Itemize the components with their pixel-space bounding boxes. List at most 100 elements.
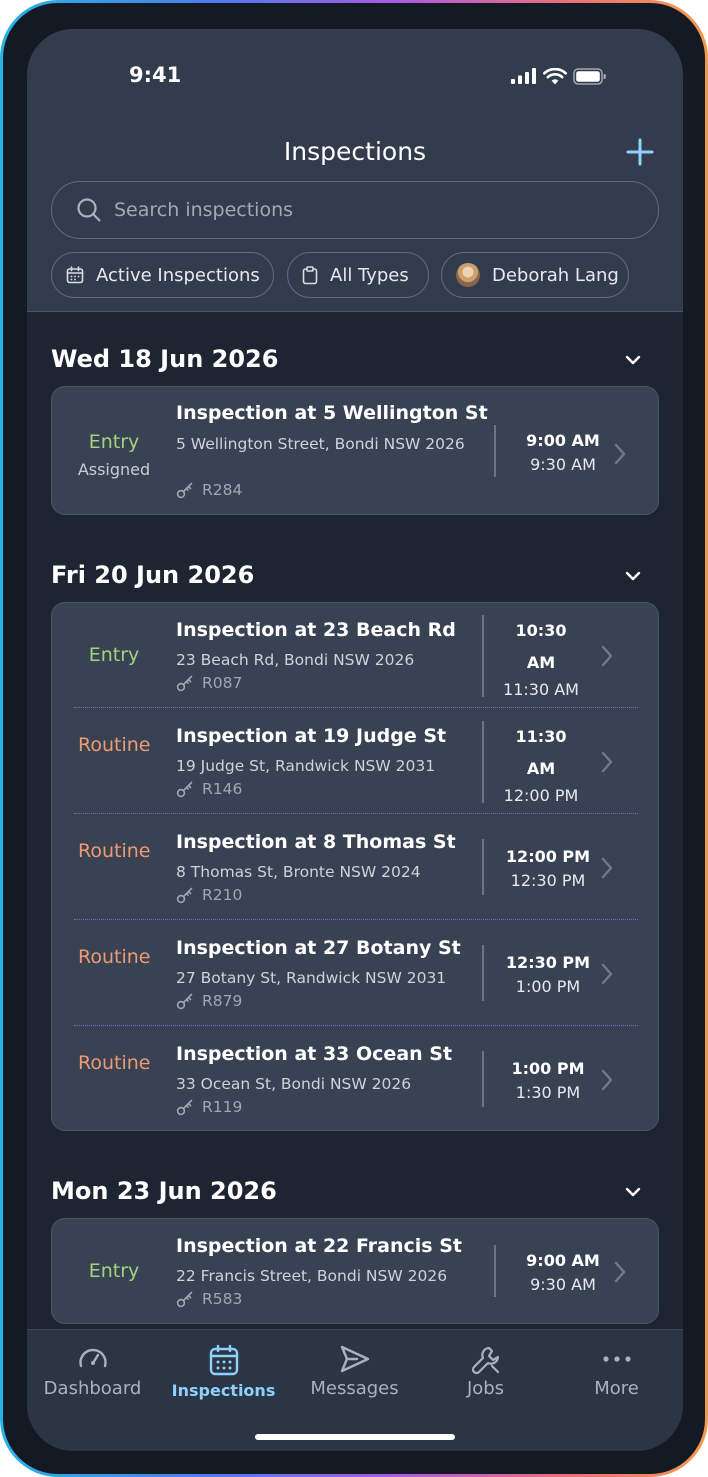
inspection-type: Routine [78,840,151,862]
chevron-down-icon[interactable] [625,1187,641,1197]
inspection-times: 9:00 AM 9:30 AM [526,1251,600,1294]
calendar-icon [66,266,84,284]
wifi-icon [543,67,567,84]
clipboard-icon [302,265,318,285]
search-bar[interactable] [51,181,659,239]
signal-icon [511,68,536,84]
app-screen: 9:41 Inspections Search inspections Acti… [27,29,683,1451]
inspection-title: Inspection at 23 Beach Rd [176,619,456,641]
inspection-card: Entry Inspection at 23 Beach Rd 23 Beach… [51,602,659,1131]
inspection-ref: R087 [176,674,242,692]
chevron-right-icon [601,963,613,985]
inspection-title: Inspection at 8 Thomas St [176,831,456,853]
inspection-card: Entry Inspection at 22 Francis St 22 Fra… [51,1218,659,1324]
date-header: Fri 20 Jun 2026 [51,561,255,589]
tab-dashboard[interactable]: Dashboard [27,1330,158,1410]
row-separator [74,919,638,920]
inspection-status: Assigned [77,460,151,479]
inspection-type: Routine [78,946,151,968]
inspection-ref: R879 [176,992,242,1010]
inspection-type: Routine [78,1052,151,1074]
date-header: Mon 23 Jun 2026 [51,1177,277,1205]
key-icon [176,1291,193,1308]
inspection-times: 1:00 PM 1:30 PM [511,1059,585,1102]
avatar [456,263,480,287]
chevron-right-icon [601,1069,613,1091]
filter-label: Deborah Lang [492,264,619,286]
inspection-type: Entry [88,644,140,666]
filter-active-inspections[interactable]: Active Inspections [51,252,274,298]
inspection-address: 22 Francis Street, Bondi NSW 2026 [176,1267,448,1285]
inspection-address: 19 Judge St, Randwick NSW 2031 [176,757,436,775]
chevron-right-icon [614,1261,626,1283]
chevron-down-icon[interactable] [625,571,641,581]
chevron-right-icon [614,443,626,465]
key-icon [176,482,193,499]
inspection-times: 10:30 AM 11:30 AM [503,621,579,699]
time-divider [482,945,484,1001]
chevron-down-icon[interactable] [625,355,641,365]
inspection-ref: R210 [176,886,242,904]
tab-more[interactable]: More [551,1330,682,1410]
search-input[interactable] [114,182,634,237]
inspection-ref: R583 [176,1290,242,1308]
inspection-title: Inspection at 27 Botany St [176,937,461,959]
key-icon [176,1099,193,1116]
calendar-icon [209,1344,238,1376]
status-time: 9:41 [129,63,182,87]
inspection-times: 9:00 AM 9:30 AM [526,431,600,474]
key-icon [176,887,193,904]
inspection-row[interactable]: Routine Inspection at 33 Ocean St 33 Oce… [52,1027,660,1132]
inspection-row[interactable]: Routine Inspection at 19 Judge St 19 Jud… [52,709,660,814]
inspection-address: 5 Wellington Street, Bondi NSW 2026 [176,435,465,453]
inspection-type: Entry Assigned [64,426,164,482]
inspection-card: Entry Assigned Inspection at 5 Wellingto… [51,386,659,515]
chevron-right-icon [601,857,613,879]
header: 9:41 Inspections Search inspections Acti… [27,29,683,311]
inspection-ref: R119 [176,1098,242,1116]
send-icon [340,1345,369,1373]
key-icon [176,675,193,692]
chevron-right-icon [601,645,613,667]
tab-jobs[interactable]: Jobs [420,1330,551,1410]
filter-all-types[interactable]: All Types [287,252,429,298]
time-divider [482,839,484,895]
inspection-type: Routine [78,734,151,756]
filter-label: All Types [330,264,409,286]
device-bezel: 9:41 Inspections Search inspections Acti… [3,3,705,1474]
row-separator [74,1025,638,1026]
inspection-type: Entry [88,1260,140,1282]
inspection-title: Inspection at 22 Francis St [176,1235,462,1257]
inspection-times: 11:30 AM 12:00 PM [503,727,579,805]
time-divider [482,721,484,803]
inspection-row[interactable]: Entry Assigned Inspection at 5 Wellingto… [52,387,660,513]
battery-icon [573,67,606,85]
inspection-ref: R284 [176,481,242,499]
home-indicator[interactable] [255,1434,455,1440]
inspection-title: Inspection at 19 Judge St [176,725,447,747]
header-divider [27,311,683,312]
tab-messages[interactable]: Messages [289,1330,420,1410]
more-dots-icon [602,1356,631,1362]
gauge-icon [78,1348,107,1368]
inspection-row[interactable]: Entry Inspection at 23 Beach Rd 23 Beach… [52,603,660,708]
page-title: Inspections [283,137,427,166]
inspection-address: 23 Beach Rd, Bondi NSW 2026 [176,651,415,669]
key-icon [176,781,193,798]
inspection-address: 8 Thomas St, Bronte NSW 2024 [176,863,421,881]
time-divider [482,1051,484,1107]
inspection-row[interactable]: Routine Inspection at 27 Botany St 27 Bo… [52,921,660,1026]
tab-inspections[interactable]: Inspections [158,1330,289,1410]
add-inspection-button[interactable] [625,137,655,167]
inspection-row[interactable]: Routine Inspection at 8 Thomas St 8 Thom… [52,815,660,920]
inspection-address: 27 Botany St, Randwick NSW 2031 [176,969,447,987]
row-separator [74,813,638,814]
status-icons [511,67,607,85]
time-divider [494,1245,496,1297]
inspection-title: Inspection at 5 Wellington St [176,402,488,424]
inspection-ref: R146 [176,780,242,798]
filter-assignee[interactable]: Deborah Lang [441,252,629,298]
inspection-row[interactable]: Entry Inspection at 22 Francis St 22 Fra… [52,1219,660,1324]
search-icon [77,198,101,222]
inspection-times: 12:30 PM 1:00 PM [505,953,591,996]
